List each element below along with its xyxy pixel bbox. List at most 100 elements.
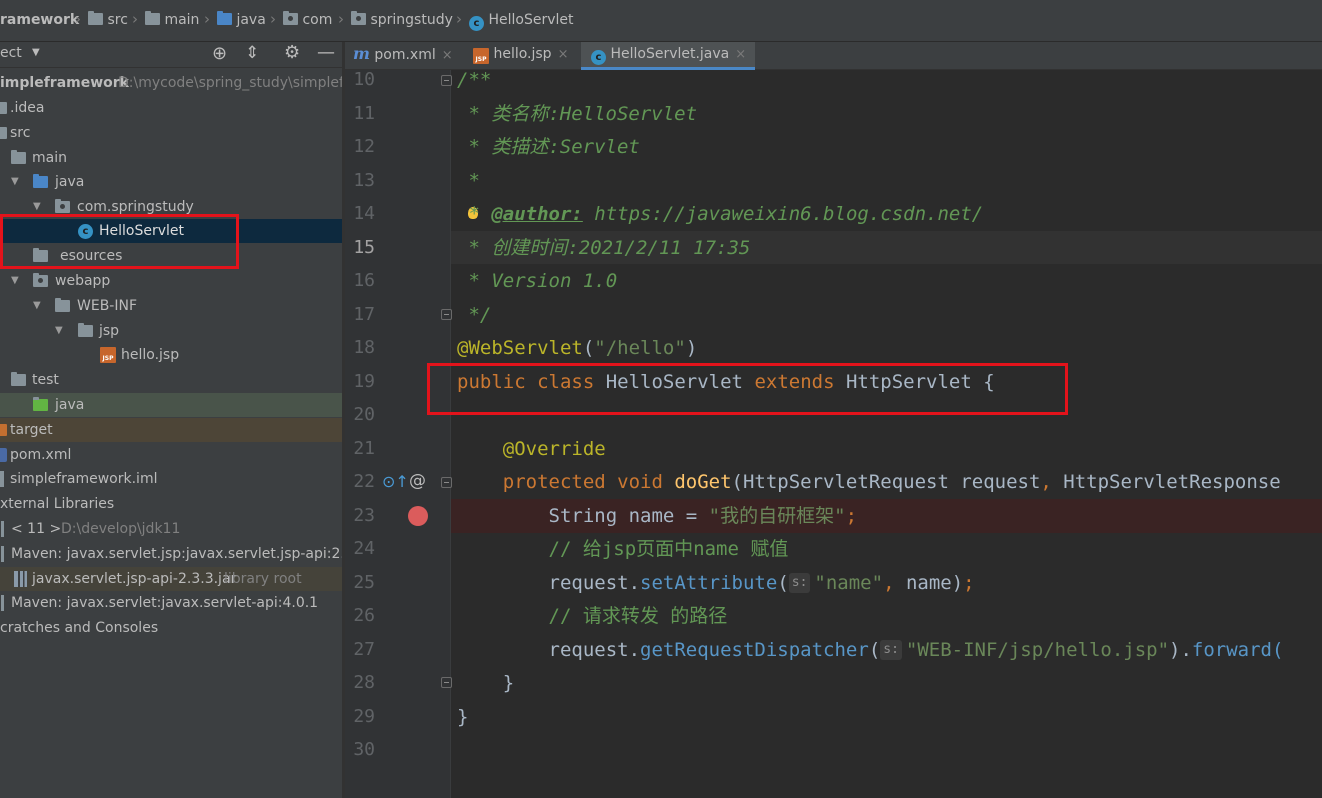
project-view-title[interactable]: ect [0,45,22,61]
project-toolbar: ect ▼ ⊕ ⇕ ⚙ — [0,42,342,68]
fold-marker-icon[interactable] [441,677,452,688]
highlight-box-tree [0,214,239,269]
line-number: 18 [353,337,375,358]
code-line-26[interactable]: // 请求转发 的路径 [457,599,728,633]
tree-item-project-root[interactable]: impleframework D:\mycode\spring_study\si… [0,71,342,95]
tree-item-hello-jsp[interactable]: JSP hello.jsp [0,343,342,367]
code-line-27[interactable]: request.getRequestDispatcher(s: "WEB-INF/… [457,633,1284,667]
line-number: 22 [353,471,375,492]
class-icon: c [591,50,606,65]
line-number: 12 [353,136,375,157]
tab-helloservlet-java[interactable]: c HelloServlet.java × [581,42,755,70]
tree-item-jsp-api-jar[interactable]: javax.servlet.jsp-api-2.3.3.jar library … [0,567,342,591]
fold-marker-icon[interactable] [441,75,452,86]
line-number: 20 [353,404,375,425]
close-icon[interactable]: × [735,47,746,62]
code-line-16[interactable]: * Version 1.0 [457,264,617,298]
code-line-25[interactable]: request.setAttribute(s: "name", name); [457,566,975,600]
collapse-all-icon[interactable]: ⇕ [245,43,259,63]
tree-item-webapp[interactable]: ▼ webapp [0,269,342,293]
code-line-28[interactable]: } [457,666,514,700]
tree-item-jsp[interactable]: ▼ jsp [0,319,342,343]
jsp-file-icon: JSP [100,347,116,363]
maven-icon: m [353,44,370,63]
tree-item-web-inf[interactable]: ▼ WEB-INF [0,294,342,318]
tree-item-jdk[interactable]: < 11 > D:\develop\jdk11 [0,517,342,541]
line-number: 10 [353,70,375,90]
library-icon [0,546,4,562]
expand-arrow-icon[interactable]: ▼ [55,319,63,343]
code-line-24[interactable]: // 给jsp页面中name 赋值 [457,532,789,566]
code-line-21[interactable]: @Override [457,432,606,466]
chevron-right-icon: › [270,10,276,28]
override-method-icon[interactable]: ⊙↑ [382,472,409,492]
breadcrumb-item-src[interactable]: src [88,11,128,28]
tree-item-iml[interactable]: simpleframework.iml [0,467,342,491]
code-line-18[interactable]: @WebServlet("/hello") [457,331,697,365]
breadcrumb-item-springstudy[interactable]: springstudy [351,11,453,28]
line-number: 17 [353,304,375,325]
line-number: 14 [353,203,375,224]
tree-item-target[interactable]: target [0,418,342,442]
tab-hello-jsp[interactable]: JSP hello.jsp × [473,42,579,70]
highlight-box-class-declaration [427,363,1068,415]
tree-item-pom[interactable]: pom.xml [0,443,342,467]
fold-marker-icon[interactable] [441,477,452,488]
expand-arrow-icon[interactable]: ▼ [33,294,41,318]
package-icon [55,199,70,213]
breadcrumb-item-java[interactable]: java [217,11,266,28]
folder-icon [0,102,7,114]
tree-item-scratches[interactable]: cratches and Consoles [0,616,342,640]
maven-file-icon [0,448,7,462]
breadcrumb-item-main[interactable]: main [145,11,199,28]
folder-icon [11,150,26,164]
expand-arrow-icon[interactable]: ▼ [11,269,19,293]
code-line-11[interactable]: * 类名称:HelloServlet [457,97,697,131]
chevron-right-icon: › [456,10,462,28]
close-icon[interactable]: × [442,48,453,63]
library-icon [0,595,4,611]
tree-item-java[interactable]: ▼ java [0,170,342,194]
chevron-right-icon: › [132,10,138,28]
code-line-17[interactable]: */ [457,298,491,332]
package-icon [283,11,298,25]
code-line-15[interactable]: * 创建时间:2021/2/11 17:35 [457,231,750,265]
tree-item-maven-servlet-api[interactable]: Maven: javax.servlet:javax.servlet-api:4… [0,591,342,615]
tree-item-maven-jsp-api[interactable]: Maven: javax.servlet.jsp:javax.servlet.j… [0,542,342,566]
code-line-23[interactable]: String name = "我的自研框架"; [457,499,858,533]
line-number: 25 [353,572,375,593]
tree-item-idea[interactable]: .idea [0,96,342,120]
hide-icon[interactable]: — [317,42,335,63]
code-line-29[interactable]: } [457,700,468,734]
tree-item-test[interactable]: test [0,368,342,392]
expand-arrow-icon[interactable]: ▼ [11,170,19,194]
tree-item-test-java[interactable]: java [0,393,342,417]
annotation-icon[interactable]: @ [409,471,426,491]
folder-icon [145,11,160,25]
code-line-13[interactable]: * [457,164,479,198]
line-number: 26 [353,605,375,626]
fold-marker-icon[interactable] [441,309,452,320]
code-line-22[interactable]: protected void doGet(HttpServletRequest … [457,465,1281,499]
tree-item-external-libraries[interactable]: xternal Libraries [0,492,342,516]
parameter-hint: s: [880,640,902,660]
line-number: 27 [353,639,375,660]
code-editor[interactable]: 10 11 12 13 14 15 16 17 18 19 20 21 22 2… [345,70,1322,798]
breadcrumb-item-com[interactable]: com [283,11,332,28]
code-line-12[interactable]: * 类描述:Servlet [457,130,639,164]
breadcrumb-item-project[interactable]: ramework [0,12,79,28]
tree-item-src[interactable]: src [0,121,342,145]
gear-icon[interactable]: ⚙ [284,42,300,63]
breadcrumb-item-class[interactable]: c HelloServlet [469,12,573,31]
breakpoint-icon[interactable] [408,506,428,526]
line-number: 16 [353,270,375,291]
close-icon[interactable]: × [558,47,569,62]
tree-item-main[interactable]: main [0,146,342,170]
chevron-down-icon[interactable]: ▼ [32,47,40,58]
editor-tabs: m pom.xml × JSP hello.jsp × c HelloServlet… [345,42,1322,70]
excluded-folder-icon [0,424,7,436]
code-line-10[interactable]: /** [457,70,491,97]
locate-icon[interactable]: ⊕ [212,43,227,64]
tab-pom-xml[interactable]: m pom.xml × [353,42,465,70]
code-line-14[interactable]: * @author: https://javaweixin6.blog.csdn… [457,197,983,231]
